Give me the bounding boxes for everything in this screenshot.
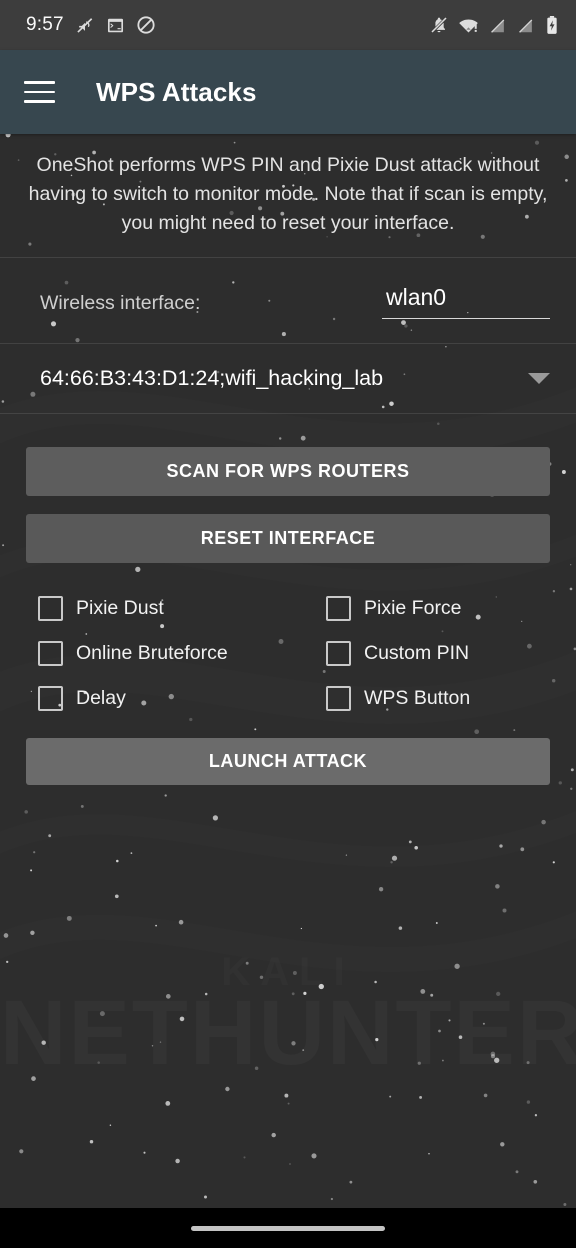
status-bar-right	[429, 15, 560, 36]
hamburger-line	[24, 81, 55, 84]
launch-attack-button[interactable]: LAUNCH ATTACK	[26, 738, 550, 786]
divider-spinner	[0, 413, 576, 415]
sound-off-icon	[77, 18, 93, 33]
watermark-kali: KALI	[0, 954, 576, 991]
main-content: KALI NETHUNTER OneShot performs WPS PIN …	[0, 134, 576, 1248]
battery-charging-icon	[547, 16, 557, 34]
no-sim-icon	[491, 18, 505, 33]
reset-interface-button[interactable]: RESET INTERFACE	[26, 514, 550, 564]
navigation-bar	[0, 1208, 576, 1248]
checkbox-icon[interactable]	[326, 641, 351, 667]
status-bar-left: 9:57	[26, 14, 156, 36]
option-pixie-force[interactable]: Pixie Force	[326, 596, 556, 622]
watermark-nethunter: NETHUNTER	[0, 982, 576, 1084]
option-online-bruteforce[interactable]: Online Bruteforce	[38, 641, 326, 667]
nethunter-watermark: KALI NETHUNTER	[0, 954, 576, 1075]
wireless-interface-row: Wireless interface: wlan0	[0, 258, 576, 343]
hamburger-menu-icon[interactable]	[24, 75, 58, 109]
attack-options-grid: Pixie Dust Pixie Force Online Bruteforce…	[0, 596, 576, 712]
terminal-icon	[107, 18, 123, 32]
option-label: Online Bruteforce	[76, 642, 228, 665]
wireless-interface-value[interactable]: wlan0	[382, 284, 550, 318]
wifi-warning-icon	[459, 19, 478, 32]
form-container: OneShot performs WPS PIN and Pixie Dust …	[0, 134, 576, 786]
notifications-off-icon	[430, 16, 448, 34]
page-title: WPS Attacks	[96, 76, 257, 107]
chevron-down-icon[interactable]	[528, 373, 550, 385]
network-spinner[interactable]: 64:66:B3:43:D1:24;wifi_hacking_lab	[0, 344, 576, 413]
phone-screen: 9:57 WPS Attacks OneShot performs WPS PI…	[0, 0, 576, 1248]
network-spinner-value: 64:66:B3:43:D1:24;wifi_hacking_lab	[40, 366, 384, 391]
option-delay[interactable]: Delay	[38, 686, 326, 712]
home-gesture-pill[interactable]	[191, 1225, 385, 1231]
no-sim-2-icon	[519, 18, 533, 33]
option-wps-button[interactable]: WPS Button	[326, 686, 556, 712]
description-text: OneShot performs WPS PIN and Pixie Dust …	[28, 154, 548, 234]
option-label: Delay	[76, 687, 126, 710]
input-underline	[382, 318, 550, 320]
checkbox-icon[interactable]	[38, 641, 63, 667]
hamburger-line	[24, 100, 55, 103]
option-label: WPS Button	[364, 687, 471, 710]
do-not-disturb-icon	[137, 16, 155, 34]
option-custom-pin[interactable]: Custom PIN	[326, 641, 556, 667]
checkbox-icon[interactable]	[38, 596, 63, 622]
hamburger-line	[24, 90, 55, 94]
checkbox-icon[interactable]	[326, 596, 351, 622]
app-bar: WPS Attacks	[0, 50, 576, 134]
checkbox-icon[interactable]	[326, 686, 351, 712]
scan-for-wps-routers-button[interactable]: SCAN FOR WPS ROUTERS	[26, 447, 550, 497]
option-label: Pixie Force	[364, 597, 462, 620]
option-pixie-dust[interactable]: Pixie Dust	[38, 596, 326, 622]
wireless-interface-label: Wireless interface:	[40, 292, 201, 314]
status-bar: 9:57	[0, 0, 576, 50]
status-bar-clock: 9:57	[26, 14, 64, 35]
option-label: Pixie Dust	[76, 597, 164, 620]
wireless-interface-input[interactable]: wlan0	[382, 284, 550, 320]
option-label: Custom PIN	[364, 642, 470, 665]
checkbox-icon[interactable]	[38, 686, 63, 712]
